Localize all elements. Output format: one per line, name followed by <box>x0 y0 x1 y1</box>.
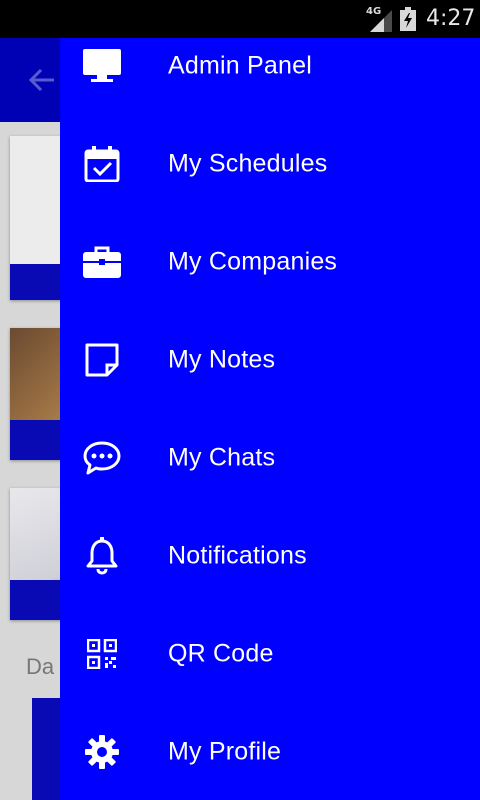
battery-charging-icon <box>400 7 416 31</box>
status-time: 4:27 <box>426 6 476 31</box>
bell-icon <box>82 536 122 576</box>
date-label: Da <box>26 654 55 679</box>
menu-label: My Profile <box>168 737 282 766</box>
menu-label: Notifications <box>168 541 307 570</box>
menu-label: My Companies <box>168 247 338 276</box>
note-icon <box>82 340 122 380</box>
signal-icon <box>370 10 392 32</box>
menu-label: My Notes <box>168 345 276 374</box>
menu-label: My Schedules <box>168 149 328 178</box>
menu-label: My Chats <box>168 443 276 472</box>
menu-item-qr-code[interactable]: QR Code <box>60 605 480 703</box>
calendar-check-icon <box>82 144 122 184</box>
menu-label: QR Code <box>168 639 274 668</box>
chat-bubble-icon <box>82 438 122 478</box>
back-arrow-icon[interactable] <box>28 66 56 94</box>
menu-item-notifications[interactable]: Notifications <box>60 507 480 605</box>
menu-item-my-profile[interactable]: My Profile <box>60 703 480 800</box>
menu-item-my-chats[interactable]: My Chats <box>60 409 480 507</box>
menu-item-admin-panel[interactable]: Admin Panel <box>60 38 480 115</box>
status-bar: 4G 4:27 <box>0 0 480 38</box>
navigation-drawer: Admin Panel My Schedules My Companies My… <box>60 38 480 800</box>
qr-code-icon <box>82 634 122 674</box>
gear-icon <box>82 732 122 772</box>
monitor-icon <box>82 46 122 86</box>
menu-item-my-notes[interactable]: My Notes <box>60 311 480 409</box>
menu-label: Admin Panel <box>168 51 312 80</box>
briefcase-icon <box>82 242 122 282</box>
menu-item-my-schedules[interactable]: My Schedules <box>60 115 480 213</box>
menu-item-my-companies[interactable]: My Companies <box>60 213 480 311</box>
